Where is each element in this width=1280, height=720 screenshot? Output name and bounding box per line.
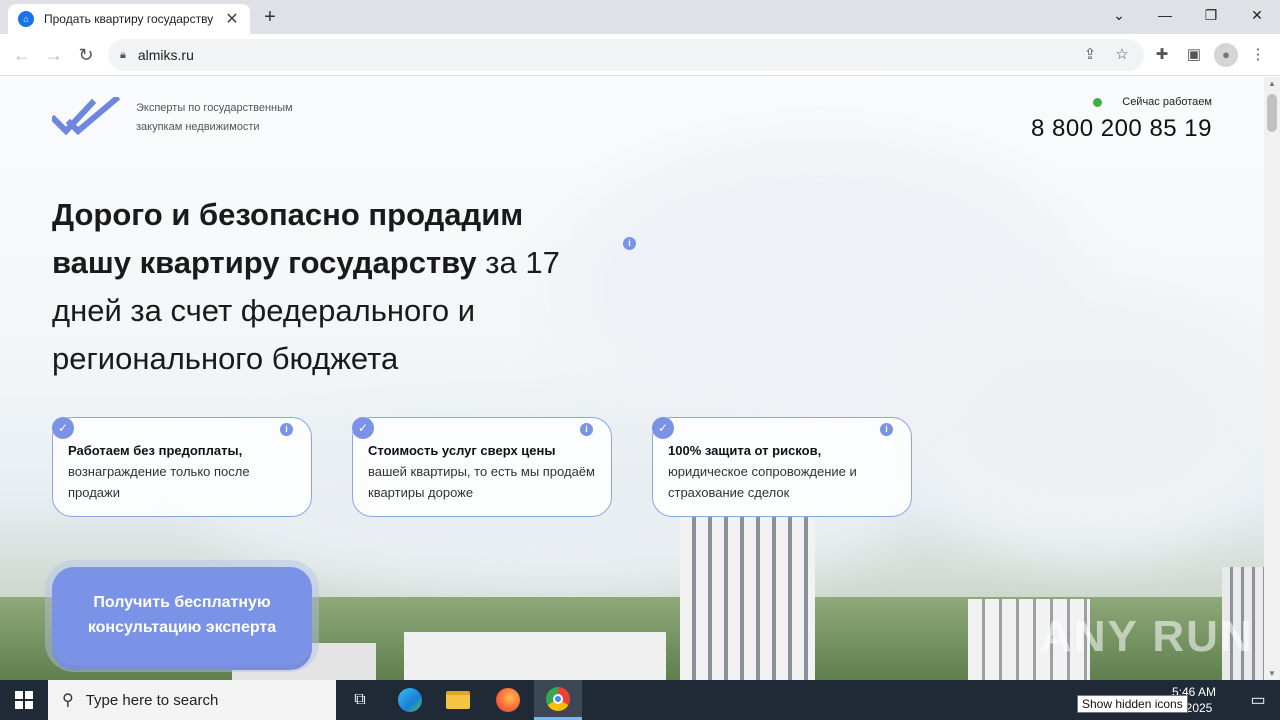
work-status: Сейчас работаем (1093, 96, 1212, 108)
logo-tagline-line1: Эксперты по государственным (136, 102, 293, 114)
edge-icon[interactable] (386, 680, 434, 720)
taskbar-search[interactable]: ⚲ Type here to search (48, 680, 336, 720)
page-headline: Дорого и безопасно продадим вашу квартир… (52, 191, 652, 383)
search-icon: ⚲ (62, 692, 74, 709)
lock-icon[interactable]: 🔒︎ (120, 49, 126, 62)
headline-rest-2: дней за счет федерального и (52, 293, 476, 328)
search-placeholder: Type here to search (85, 691, 219, 709)
restore-button[interactable]: ❐ (1188, 0, 1234, 30)
info-icon[interactable]: i (880, 423, 893, 436)
address-bar[interactable]: 🔒︎ almiks.ru (108, 39, 1144, 71)
logo-tagline: Эксперты по государственным закупкам нед… (136, 99, 316, 137)
back-button[interactable]: ← (10, 43, 34, 67)
info-icon[interactable]: i (580, 423, 593, 436)
check-icon: ✓ (352, 417, 374, 439)
page-scrollbar[interactable]: ▲ ▼ (1264, 77, 1280, 680)
menu-icon[interactable]: ⋮ (1246, 43, 1270, 67)
new-tab-button[interactable]: + (258, 6, 282, 28)
start-button[interactable] (0, 680, 48, 720)
check-icon: ✓ (652, 417, 674, 439)
headline-rest-3: регионального бюджета (52, 341, 399, 376)
benefit-card-1: ✓ i Работаем без предоплаты, вознагражде… (52, 417, 312, 517)
tab-search-icon[interactable]: ⌄ (1096, 0, 1142, 30)
close-window-button[interactable]: ✕ (1234, 0, 1280, 30)
profile-avatar-icon[interactable]: ● (1214, 43, 1238, 67)
bookmark-star-icon[interactable]: ☆ (1110, 43, 1134, 67)
task-view-icon[interactable]: ⧉ (336, 680, 384, 720)
hidden-icons-tooltip: Show hidden icons (1077, 695, 1188, 713)
side-panel-icon[interactable]: ▣ (1182, 43, 1206, 67)
scroll-up-icon[interactable]: ▲ (1264, 79, 1280, 88)
card-text: вашей квартиры, то есть мы продаём кварт… (368, 464, 595, 500)
headline-bold-2: вашу квартиру государству (52, 245, 477, 280)
card-title: 100% защита от рисков, (668, 443, 822, 458)
minimize-button[interactable]: — (1142, 0, 1188, 30)
extensions-icon[interactable]: ✚ (1150, 43, 1174, 67)
info-icon[interactable]: i (280, 423, 293, 436)
logo-tagline-line2: закупкам недвижимости (136, 121, 260, 133)
work-status-text: Сейчас работаем (1122, 96, 1212, 108)
chrome-icon[interactable] (534, 680, 582, 720)
status-dot-icon (1093, 97, 1103, 107)
benefit-card-3: ✓ i 100% защита от рисков, юридическое с… (652, 417, 912, 517)
reload-button[interactable]: ↻ (74, 43, 98, 67)
scroll-thumb[interactable] (1267, 94, 1277, 132)
phone-number[interactable]: 8 800 200 85 19 (1031, 115, 1212, 143)
site-favicon-icon: ⌂ (18, 11, 34, 27)
windows-logo-icon (15, 691, 33, 709)
headline-bold-1: Дорого и безопасно продадим (52, 197, 524, 232)
card-text: юридическое сопровождение и страхование … (668, 464, 857, 500)
file-explorer-icon[interactable] (434, 680, 482, 720)
browser-toolbar: ← → ↻ 🔒︎ almiks.ru ⇪ ☆ ✚ ▣ ● ⋮ (0, 34, 1280, 76)
anyrun-watermark: ANY RUN (1040, 612, 1254, 661)
card-title: Работаем без предоплаты, (68, 443, 243, 458)
card-title: Стоимость услуг сверх цены (368, 443, 556, 458)
firefox-icon[interactable] (484, 680, 532, 720)
building-low (404, 632, 666, 680)
web-page: ANY RUN Эксперты по государственным заку… (0, 77, 1264, 680)
tab-title: Продать квартиру государству (44, 12, 214, 26)
card-text: вознаграждение только после продажи (68, 464, 250, 500)
cta-line1: Получить бесплатную (93, 594, 271, 611)
notification-icon[interactable]: ▭ (1236, 680, 1280, 720)
forward-button[interactable]: → (42, 43, 66, 67)
benefit-card-2: ✓ i Стоимость услуг сверх цены вашей ква… (352, 417, 612, 517)
share-icon[interactable]: ⇪ (1078, 43, 1102, 67)
cta-line2: консультацию эксперта (87, 619, 277, 636)
logo-check-icon[interactable] (52, 97, 120, 137)
tower-building (680, 517, 815, 680)
tab-strip: ⌂ Продать квартиру государству ✕ + ⌄ — ❐… (0, 0, 1280, 34)
consultation-button[interactable]: Получить бесплатную консультацию эксперт… (52, 567, 312, 665)
headline-rest-1: за 17 (476, 245, 560, 280)
tab-close-icon[interactable]: ✕ (224, 9, 240, 29)
scroll-down-icon[interactable]: ▼ (1264, 669, 1280, 678)
headline-info-icon[interactable]: i (623, 237, 636, 250)
browser-tab[interactable]: ⌂ Продать квартиру государству ✕ (8, 4, 250, 34)
check-icon: ✓ (52, 417, 74, 439)
url-text: almiks.ru (137, 47, 194, 63)
